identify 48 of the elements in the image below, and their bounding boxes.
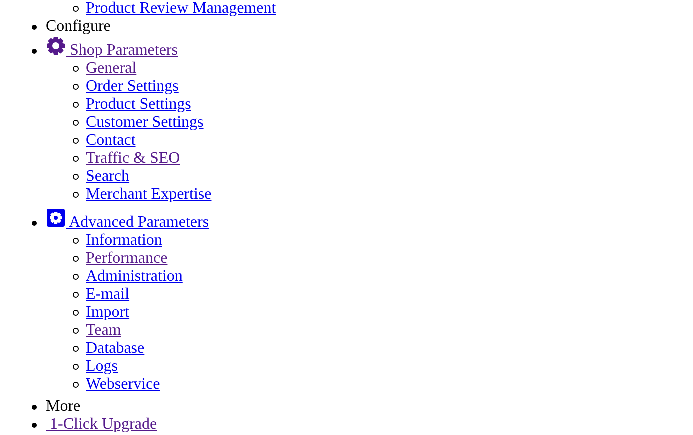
bullet-icon (32, 221, 37, 226)
bullet-icon (32, 423, 37, 428)
bullet-icon (73, 274, 79, 280)
menu-link[interactable]: Traffic & SEO (86, 150, 180, 168)
bullet-icon (73, 364, 79, 370)
bullet-icon (73, 102, 79, 108)
settings-icon (46, 208, 66, 228)
menu-link[interactable]: Customer Settings (86, 114, 204, 132)
gear-icon (46, 36, 66, 56)
bullet-icon (73, 156, 79, 162)
bullet-icon (73, 66, 79, 72)
bullet-icon (32, 25, 37, 30)
menu-link[interactable]: Information (86, 232, 162, 250)
bullet-icon (73, 138, 79, 144)
section-heading: Configure (46, 18, 111, 36)
bullet-icon (73, 238, 79, 244)
bullet-icon (73, 256, 79, 262)
menu-link[interactable]: Logs (86, 358, 118, 376)
menu-link[interactable]: E-mail (86, 286, 130, 304)
bullet-icon (73, 310, 79, 316)
bullet-icon (73, 346, 79, 352)
menu-link[interactable]: Database (86, 340, 145, 358)
bullet-icon (73, 84, 79, 90)
bullet-icon (32, 405, 37, 410)
bullet-icon (73, 328, 79, 334)
menu-link[interactable]: Order Settings (86, 78, 179, 96)
menu-link[interactable]: Webservice (86, 376, 160, 394)
menu-link[interactable]: Administration (86, 268, 183, 286)
menu-link[interactable]: General (86, 60, 137, 78)
menu-link[interactable]: 1-Click Upgrade (46, 416, 158, 434)
menu-link[interactable]: Search (86, 168, 130, 186)
bullet-icon (73, 292, 79, 298)
section-heading: More (46, 398, 81, 416)
bullet-icon (73, 120, 79, 126)
menu-link[interactable]: Contact (86, 132, 136, 150)
menu-link[interactable]: Product Review Management (86, 0, 276, 18)
menu-link[interactable]: Import (86, 304, 130, 322)
menu-link[interactable]: Team (86, 322, 122, 340)
menu-link[interactable]: Product Settings (86, 96, 192, 114)
bullet-icon (73, 6, 79, 12)
bullet-icon (32, 49, 37, 54)
bullet-icon (73, 382, 79, 388)
menu-link[interactable]: Advanced Parameters (46, 208, 210, 232)
bullet-icon (73, 174, 79, 180)
menu-link[interactable]: Merchant Expertise (86, 186, 212, 204)
menu-link[interactable]: Shop Parameters (46, 36, 178, 60)
bullet-icon (73, 192, 79, 198)
menu-link[interactable]: Performance (86, 250, 168, 268)
